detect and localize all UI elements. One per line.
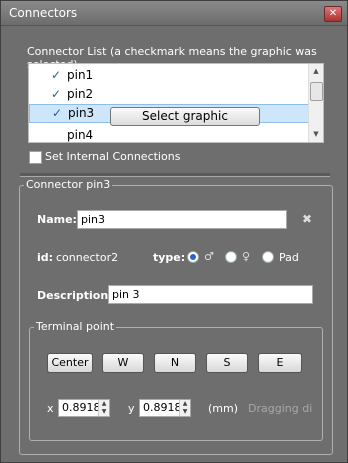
west-button[interactable]: W xyxy=(102,353,144,373)
east-button[interactable]: E xyxy=(258,353,302,373)
description-label: Description: xyxy=(37,289,113,302)
list-item[interactable]: pin4 xyxy=(29,126,309,142)
y-value: 0.8918 xyxy=(143,401,182,414)
title-bar[interactable]: Connectors ✕ xyxy=(1,1,347,26)
stepper-arrows-icon[interactable]: ▲ ▼ xyxy=(98,400,109,416)
type-radio-female[interactable] xyxy=(225,251,237,263)
terminal-point-title: Terminal point xyxy=(34,320,117,333)
list-item[interactable]: ✓ pin1 xyxy=(29,66,309,85)
divider xyxy=(20,173,330,177)
name-field[interactable]: pin3 xyxy=(77,210,287,229)
scroll-down-icon[interactable]: ▼ xyxy=(311,130,321,138)
stepper-arrows-icon[interactable]: ▲ ▼ xyxy=(179,400,190,416)
unit-label: (mm) xyxy=(208,402,239,415)
name-label: Name: xyxy=(37,213,77,226)
list-scrollbar[interactable]: ▲ ▼ xyxy=(308,64,323,142)
list-item-label: pin2 xyxy=(67,87,94,101)
list-item-label: pin1 xyxy=(67,68,94,82)
north-button[interactable]: N xyxy=(154,353,196,373)
type-radio-pad[interactable] xyxy=(262,251,274,263)
checkmark-icon: ✓ xyxy=(51,68,62,82)
close-button[interactable]: ✕ xyxy=(324,6,342,22)
y-stepper[interactable]: 0.8918 ▲ ▼ xyxy=(139,399,191,417)
pad-label: Pad xyxy=(279,251,299,264)
list-item[interactable]: ✓ pin2 xyxy=(29,85,309,104)
center-button[interactable]: Center xyxy=(47,353,93,373)
list-item-label: pin4 xyxy=(67,128,94,142)
connector-group-title: Connector pin3 xyxy=(24,178,113,191)
type-radio-male[interactable] xyxy=(187,251,199,263)
terminal-point-group: Terminal point xyxy=(29,320,323,441)
dragging-hint: Dragging di xyxy=(248,402,313,415)
clear-icon[interactable]: ✖ xyxy=(302,212,312,226)
scroll-up-icon[interactable]: ▲ xyxy=(311,67,321,75)
checkmark-icon: ✓ xyxy=(52,106,63,120)
id-value: connector2 xyxy=(56,251,119,264)
y-label: y xyxy=(128,402,135,415)
x-label: x xyxy=(47,402,54,415)
x-stepper[interactable]: 0.8918 ▲ ▼ xyxy=(58,399,110,417)
description-field[interactable]: pin 3 xyxy=(108,285,313,304)
south-button[interactable]: S xyxy=(206,353,248,373)
male-icon: ♂ xyxy=(204,250,214,263)
checkmark-icon: ✓ xyxy=(51,87,62,101)
select-graphic-button[interactable]: Select graphic xyxy=(110,107,260,126)
female-icon: ♀ xyxy=(242,250,251,263)
type-label: type: xyxy=(153,251,186,264)
scroll-thumb[interactable] xyxy=(310,82,323,101)
id-label: id: xyxy=(37,251,54,264)
internal-connections-label: Set Internal Connections xyxy=(45,150,181,163)
list-item-label: pin3 xyxy=(68,106,95,120)
internal-connections-checkbox[interactable] xyxy=(29,151,42,164)
list-item-selected[interactable]: ✓ pin3 Select graphic xyxy=(29,104,309,126)
x-value: 0.8918 xyxy=(62,401,101,414)
window-title: Connectors xyxy=(9,6,78,20)
connector-list[interactable]: ✓ pin1 ✓ pin2 ✓ pin3 Select graphic pin4… xyxy=(28,63,324,143)
connectors-window: Connectors ✕ Connector List (a checkmark… xyxy=(0,0,348,463)
